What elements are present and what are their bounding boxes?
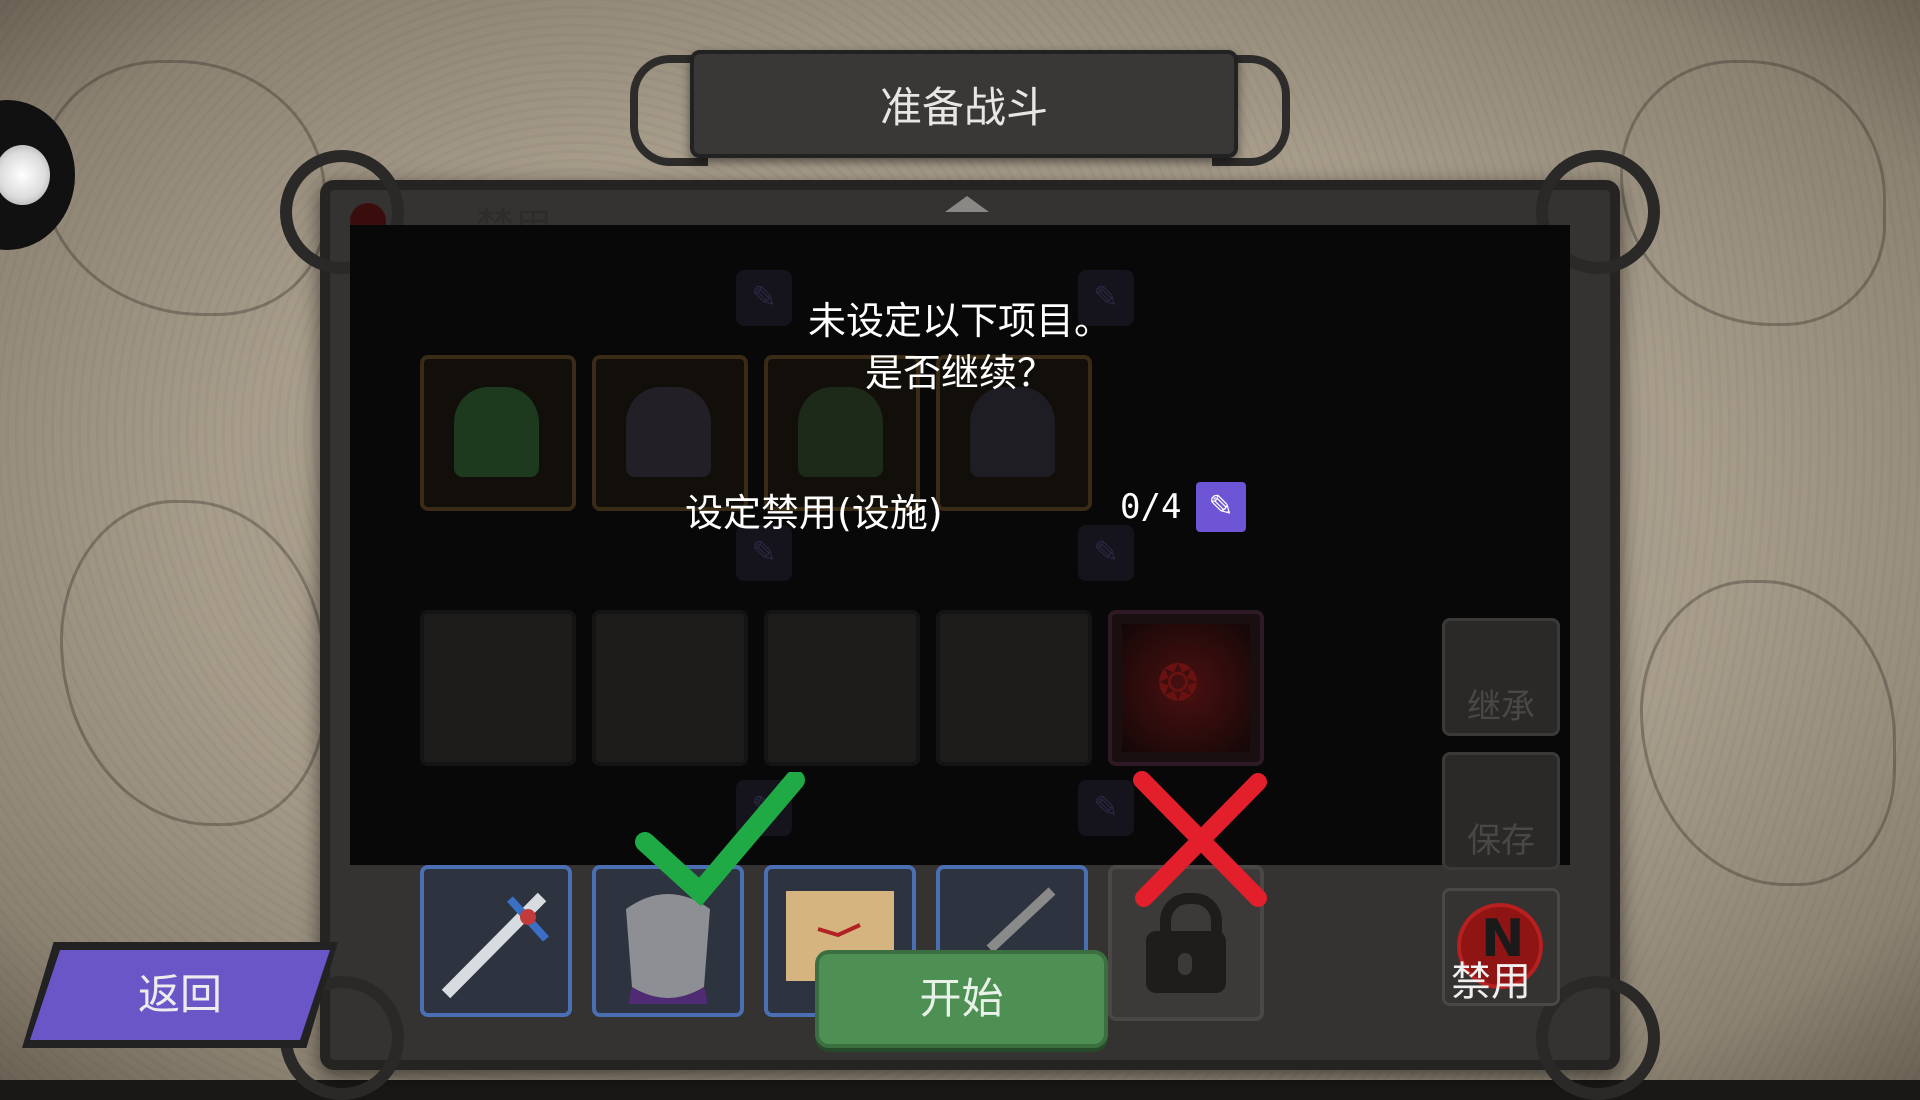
pencil-icon[interactable]: ✎ — [1078, 780, 1134, 836]
save-button[interactable]: 保存 — [1442, 752, 1560, 870]
unset-item-count: 0/4 — [1120, 487, 1182, 527]
chevron-up-icon[interactable] — [945, 196, 989, 212]
ban-button[interactable]: N 禁用 — [1442, 888, 1560, 1006]
start-button[interactable]: 开始 — [815, 950, 1108, 1048]
equipment-slot-sword[interactable] — [420, 865, 572, 1017]
slime-icon — [454, 387, 539, 477]
x-icon — [1133, 771, 1267, 907]
dialog-message-line1: 未设定以下项目。 — [807, 299, 1112, 343]
dialog-message-line2: 是否继续？ — [864, 351, 1055, 395]
demon-icon — [970, 387, 1055, 477]
facility-slot[interactable] — [420, 610, 576, 766]
pencil-icon: ✎ — [1208, 489, 1234, 524]
facility-slot[interactable] — [936, 610, 1092, 766]
inherit-label: 继承 — [1467, 687, 1535, 727]
title-plaque: 准备战斗 — [630, 45, 1290, 166]
pencil-icon[interactable]: ✎ — [1078, 525, 1134, 581]
check-icon — [635, 772, 805, 907]
page-title: 准备战斗 — [690, 50, 1238, 158]
facility-slot[interactable] — [764, 610, 920, 766]
facility-slot-emblem[interactable]: ❂ — [1108, 610, 1264, 766]
sword-icon — [441, 892, 549, 999]
inherit-button[interactable]: 继承 — [1442, 618, 1560, 736]
goblin-icon — [798, 387, 883, 477]
edit-ban-button[interactable]: ✎ — [1196, 482, 1246, 532]
claw-emblem-icon: ❂ — [1157, 654, 1199, 712]
back-button[interactable]: 返回 — [30, 950, 330, 1040]
facility-slot[interactable] — [592, 610, 748, 766]
monster-slot[interactable] — [420, 355, 576, 511]
unset-item-label: 设定禁用(设施) — [685, 491, 943, 535]
ban-label: 禁用 — [1451, 959, 1531, 1005]
bat-icon — [626, 387, 711, 477]
save-label: 保存 — [1467, 821, 1535, 861]
circle-icon — [0, 145, 50, 205]
